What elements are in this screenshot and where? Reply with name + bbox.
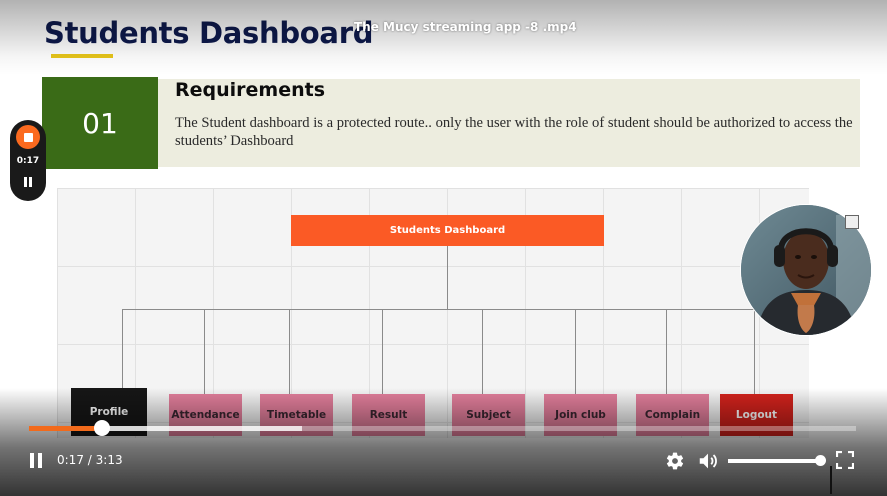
time-display: 0:17 / 3:13 [57,453,123,467]
pause-icon [29,177,32,187]
video-player[interactable]: Students Dashboard 01 Requirements The S… [0,0,887,496]
pause-icon [38,453,42,468]
diagram-branch-line [122,309,754,310]
duration: 3:13 [95,453,123,467]
diagram-root-connector [447,246,448,309]
time-separator: / [87,453,92,467]
diagram-child-connector [382,309,383,394]
diagram-child-connector [204,309,205,394]
play-pause-button[interactable] [29,453,43,468]
diagram-child-connector [754,309,755,394]
stop-icon [23,132,33,142]
requirement-number-box: 01 [42,77,158,169]
volume-level [728,459,820,463]
recording-widget: 0:17 [10,120,46,201]
diagram-child-connector [666,309,667,394]
stop-recording-button[interactable] [16,125,40,149]
settings-gear-icon [666,452,684,470]
seek-bar[interactable] [29,420,856,436]
settings-button[interactable] [665,451,685,471]
video-file-name: The Mucy streaming app -8 .mp4 [354,20,577,34]
requirement-panel: Requirements The Student dashboard is a … [158,79,860,167]
fullscreen-icon [835,450,855,470]
recording-elapsed-time: 0:17 [16,156,40,166]
slide-title: Students Dashboard [44,16,374,50]
pause-icon [24,177,27,187]
diagram-child-connector [575,309,576,394]
fullscreen-button[interactable] [835,450,855,470]
seek-handle[interactable] [93,420,110,436]
requirement-number: 01 [82,106,118,140]
mute-button[interactable] [697,450,719,472]
diagram-child-connector [289,309,290,394]
pause-recording-button[interactable] [23,177,33,187]
diagram-root-node: Students Dashboard [291,215,604,246]
title-underline [51,54,113,58]
requirement-body: The Student dashboard is a protected rou… [175,115,853,149]
webcam-close-icon[interactable] [845,215,859,229]
volume-slider[interactable] [728,455,826,466]
requirement-heading: Requirements [175,79,326,101]
pause-icon [30,453,34,468]
current-time: 0:17 [57,453,84,467]
played-progress [29,426,102,431]
overlay-marker [830,466,832,494]
volume-handle[interactable] [815,455,826,466]
diagram-child-connector [482,309,483,394]
volume-icon [699,453,717,469]
diagram-child-connector [122,309,123,389]
